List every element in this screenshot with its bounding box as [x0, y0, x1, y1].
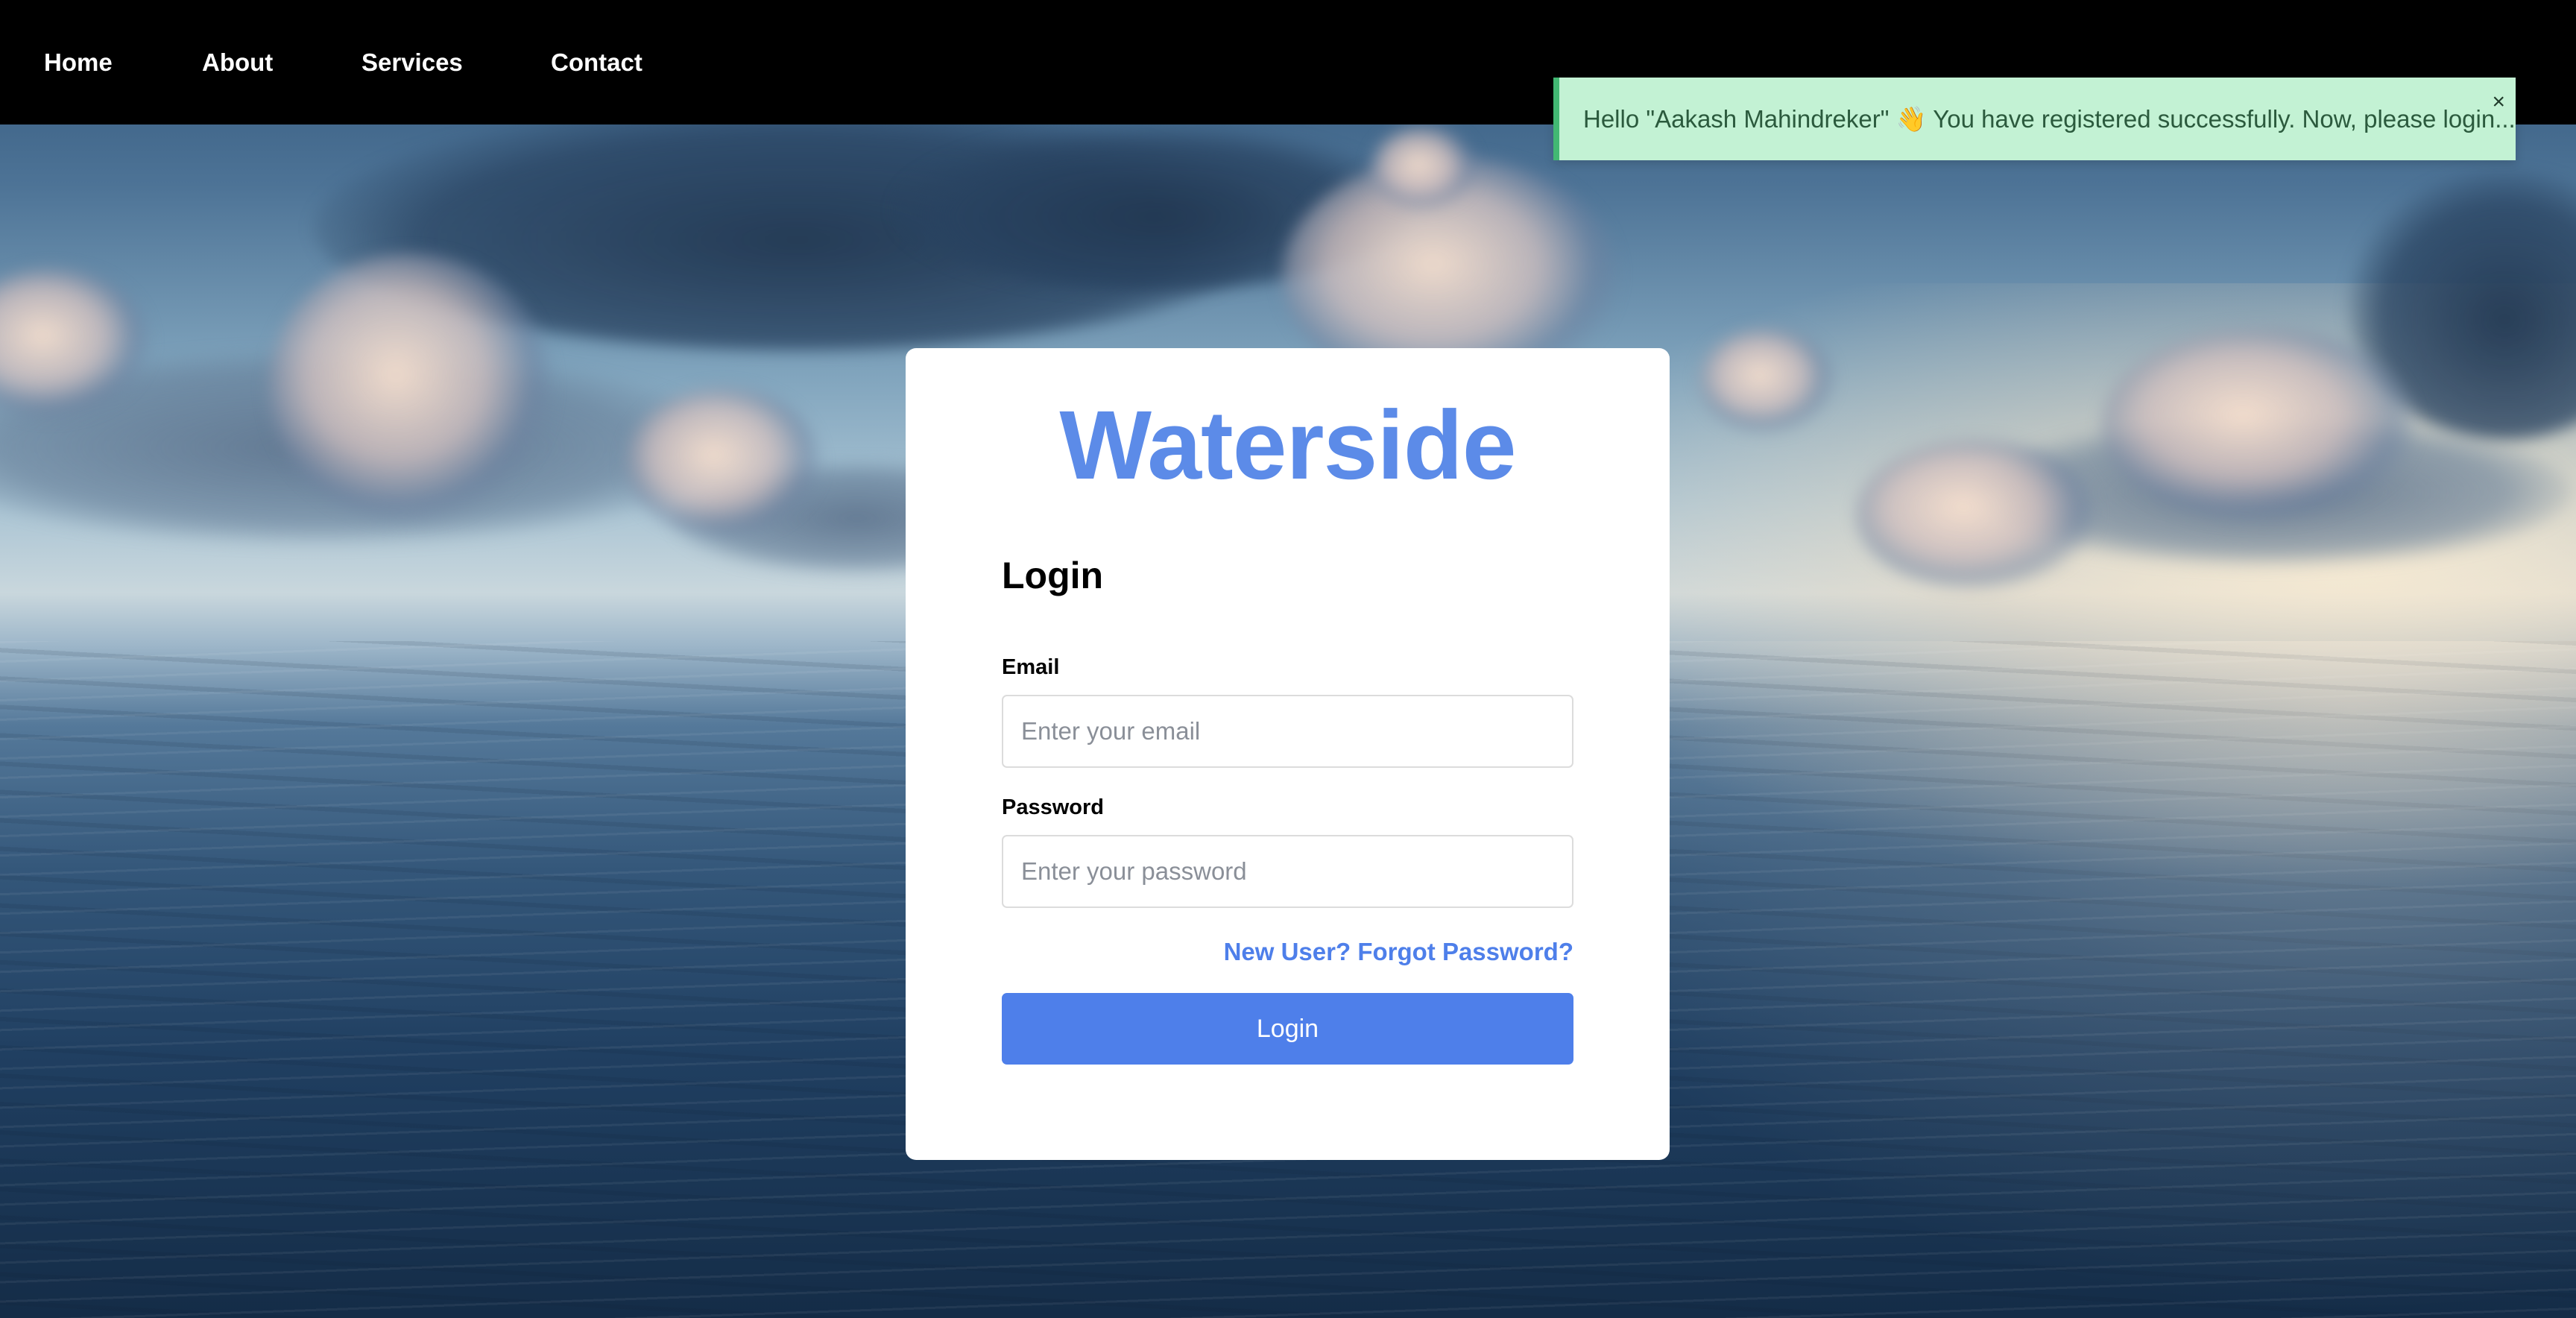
email-input[interactable] [1002, 695, 1573, 768]
nav-home-link[interactable]: Home [44, 43, 113, 82]
forgot-password-link[interactable]: Forgot Password? [1357, 938, 1573, 965]
cloud [2102, 328, 2415, 522]
close-icon[interactable]: × [2492, 91, 2505, 113]
nav-about-link[interactable]: About [202, 43, 273, 82]
nav-services-link[interactable]: Services [362, 43, 463, 82]
cloud [1856, 440, 2094, 589]
success-toast: Hello "Aakash Mahindreker" 👋 You have re… [1553, 78, 2516, 160]
login-button[interactable]: Login [1002, 993, 1573, 1065]
new-user-link[interactable]: New User? [1224, 938, 1351, 965]
cloud [1699, 328, 1834, 432]
auth-links-row: New User? Forgot Password? [1002, 934, 1573, 970]
nav-contact-link[interactable]: Contact [551, 43, 643, 82]
login-heading: Login [1002, 555, 1104, 596]
cloud [1371, 127, 1476, 209]
email-label: Email [1002, 655, 1060, 679]
login-card: Waterside Login Email Password New User?… [906, 348, 1670, 1160]
cloud [626, 388, 820, 537]
brand-logo-text: Waterside [1059, 390, 1516, 499]
cloud [268, 253, 552, 522]
toast-message: Hello "Aakash Mahindreker" 👋 You have re… [1583, 105, 2516, 133]
password-input[interactable] [1002, 835, 1573, 908]
password-label: Password [1002, 795, 1104, 819]
